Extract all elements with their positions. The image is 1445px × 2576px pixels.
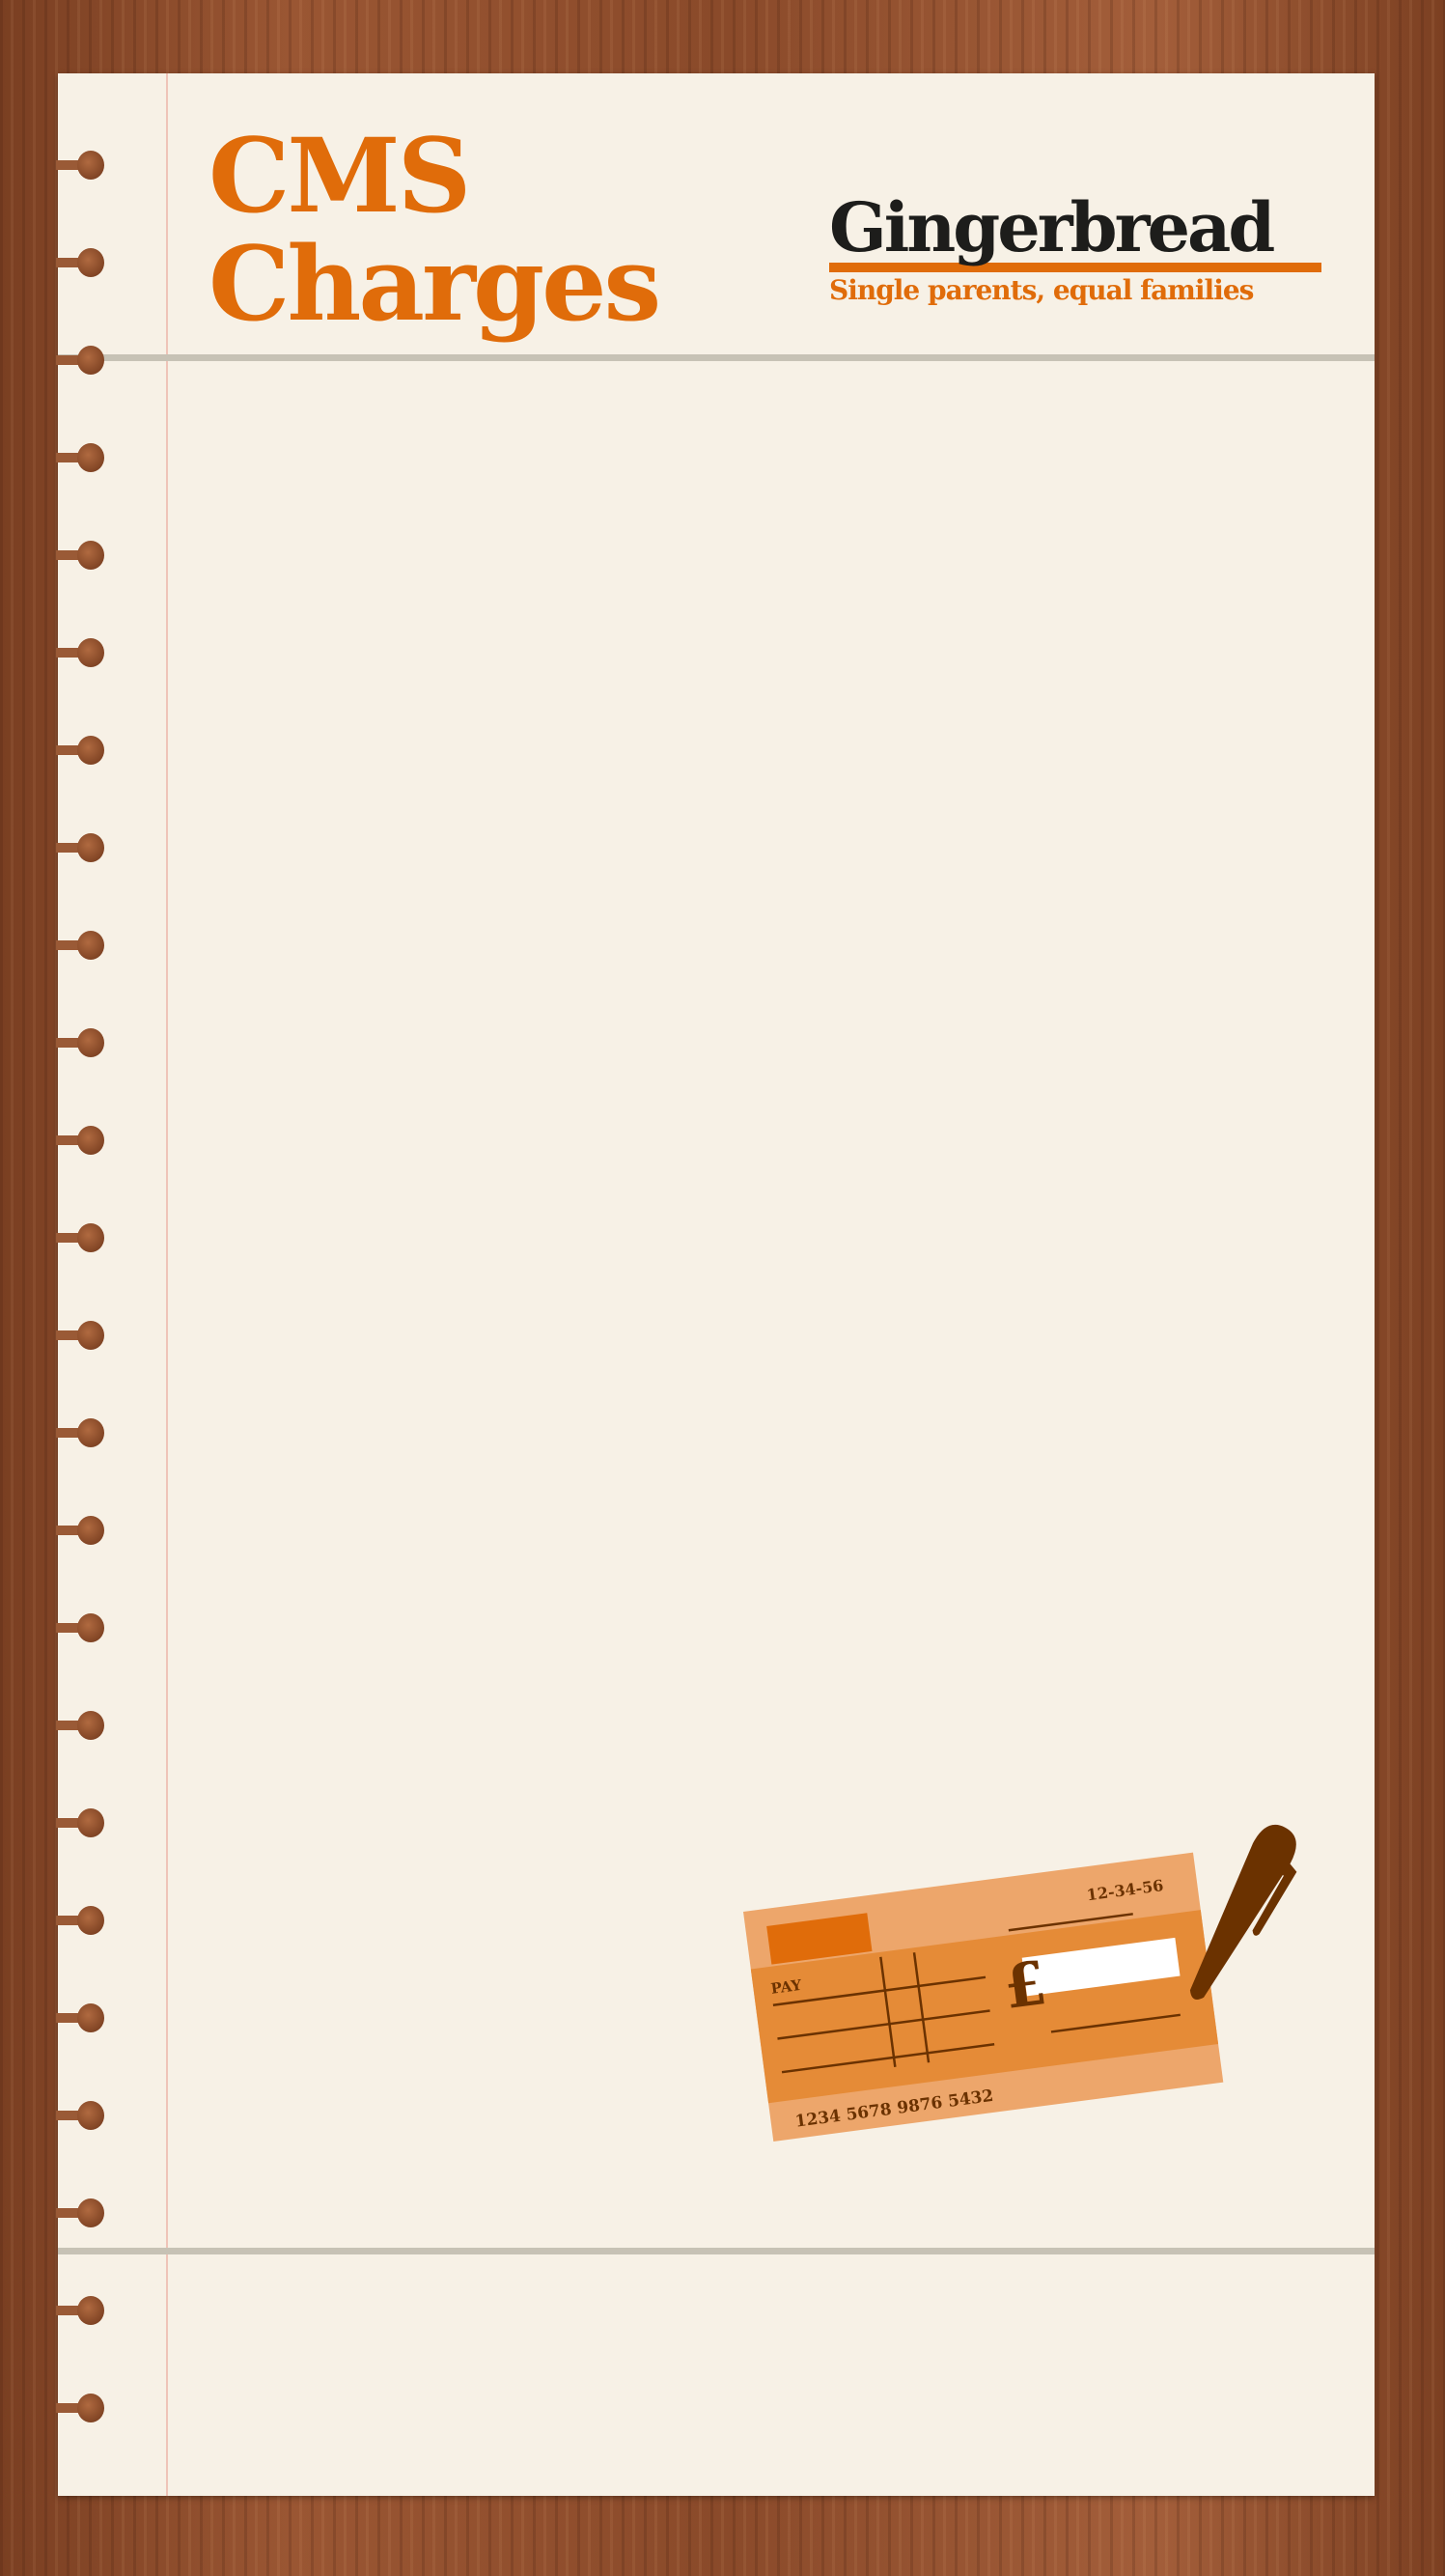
binding-ring	[56, 346, 106, 375]
binding-ring	[56, 541, 106, 570]
page-title: CMS Charges	[208, 115, 661, 344]
binding-ring	[56, 1711, 106, 1740]
binding-ring	[56, 1906, 106, 1935]
binding-ring	[56, 2394, 106, 2422]
binding-ring	[56, 1321, 106, 1350]
binding-ring	[56, 1028, 106, 1057]
binding-ring	[56, 443, 106, 472]
binding-ring	[56, 1223, 106, 1252]
binding-ring	[56, 931, 106, 960]
binding-ring	[56, 1126, 106, 1155]
binding-ring	[56, 2101, 106, 2130]
title-line-1: CMS	[208, 115, 471, 236]
binding-ring	[56, 736, 106, 765]
binding-ring	[56, 248, 106, 277]
gingerbread-logo: Gingerbread Single parents, equal famili…	[829, 189, 1321, 306]
binding-ring	[56, 2296, 106, 2325]
logo-name: Gingerbread	[829, 187, 1275, 267]
binding-ring	[56, 638, 106, 667]
margin-line	[166, 73, 168, 2496]
cheque-illustration: 12-34-56 PAY £ 1234 5678 9876 5432	[743, 1824, 1297, 2142]
binding-ring	[56, 1808, 106, 1837]
binding-ring	[56, 2198, 106, 2227]
binding-ring	[56, 151, 106, 180]
title-line-2: Charges	[208, 223, 661, 344]
logo-tagline: Single parents, equal families	[829, 274, 1254, 306]
footer-divider	[58, 2248, 1375, 2254]
binding-ring	[56, 1418, 106, 1447]
binding-ring	[56, 833, 106, 862]
binding-ring	[56, 2003, 106, 2032]
binding-ring	[56, 1613, 106, 1642]
binding-ring	[56, 1516, 106, 1545]
header-divider	[58, 354, 1375, 361]
